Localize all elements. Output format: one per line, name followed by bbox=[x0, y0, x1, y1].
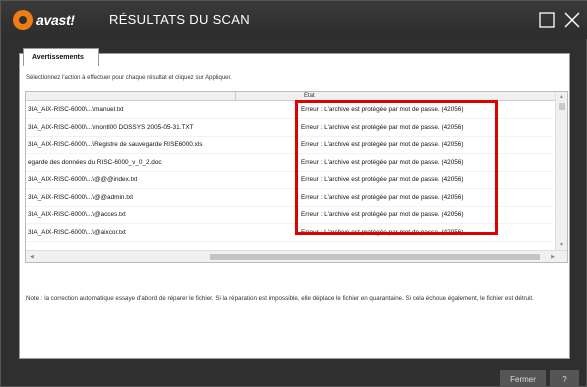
status-cell: Erreur : L'archive est protégée par mot … bbox=[301, 106, 464, 113]
scroll-down-icon[interactable]: ▼ bbox=[559, 242, 564, 248]
status-cell: Erreur : L'archive est protégée par mot … bbox=[301, 158, 464, 166]
table-row[interactable]: 3IA_AIX-RISC-6000\...\montl00 DOSSYS 200… bbox=[26, 120, 553, 137]
file-path-cell: egarde des données du RISC-6000_v_0_2.do… bbox=[28, 158, 162, 166]
vertical-scroll-thumb[interactable] bbox=[559, 103, 565, 110]
window-title: RÉSULTATS DU SCAN bbox=[109, 12, 250, 27]
title-bar[interactable]: avast! RÉSULTATS DU SCAN bbox=[1, 1, 587, 39]
status-cell: Erreur : L'archive est protégée par mot … bbox=[301, 193, 464, 201]
vertical-scrollbar[interactable]: ▲ ▼ bbox=[555, 92, 567, 250]
help-button[interactable]: ? bbox=[550, 370, 579, 387]
table-row[interactable]: 3IA_AIX-RISC-6000\...\@@admin.txt Erreur … bbox=[26, 190, 553, 207]
table-header: Etat bbox=[26, 92, 567, 101]
table-row[interactable]: 3IA_AIX-RISC-6000\...\@aixcor.txt Erreur … bbox=[26, 225, 553, 242]
horizontal-scrollbar[interactable]: ◀ ▶ bbox=[26, 250, 567, 262]
file-path-cell: 3IA_AIX-RISC-6000\...\@@admin.txt bbox=[28, 193, 133, 201]
file-path-cell: 3IA_AIX-RISC-6000\...\manuel.txt bbox=[28, 106, 124, 113]
file-path-cell: 3IA_AIX-RISC-6000\...\montl00 DOSSYS 200… bbox=[28, 123, 194, 131]
maximize-icon[interactable] bbox=[537, 10, 557, 30]
scan-results-window: avast! RÉSULTATS DU SCAN Avertissements … bbox=[0, 0, 587, 387]
table-row[interactable]: 3IA_AIX-RISC-6000\...\manuel.txt Erreur :… bbox=[26, 102, 553, 119]
avast-logo: avast! bbox=[13, 10, 75, 30]
status-cell: Erreur : L'archive est protégée par mot … bbox=[301, 228, 464, 236]
status-cell: Erreur : L'archive est protégée par mot … bbox=[301, 211, 464, 218]
scroll-up-icon[interactable]: ▲ bbox=[559, 94, 564, 100]
file-path-cell: 3IA_AIX-RISC-6000\...\@aixcor.txt bbox=[28, 228, 126, 236]
tab-avertissements[interactable]: Avertissements bbox=[23, 48, 99, 66]
scroll-right-icon[interactable]: ▶ bbox=[551, 254, 555, 260]
table-row[interactable]: 3IA_AIX-RISC-6000\...\@@@index.txt Erreur… bbox=[26, 172, 553, 189]
table-row[interactable]: 3IA_AIX-RISC-6000\...\Registre de sauveg… bbox=[26, 137, 553, 154]
status-cell: Erreur : L'archive est protégée par mot … bbox=[301, 123, 464, 131]
close-icon[interactable] bbox=[562, 10, 582, 30]
file-path-cell: 3IA_AIX-RISC-6000\...\@acces.txt bbox=[28, 211, 126, 218]
status-cell: Erreur : L'archive est protégée par mot … bbox=[301, 141, 464, 148]
file-path-cell: 3IA_AIX-RISC-6000\...\@@@index.txt bbox=[28, 176, 138, 183]
avast-logo-icon bbox=[13, 10, 33, 30]
table-row[interactable]: egarde des données du RISC-6000_v_0_2.do… bbox=[26, 155, 553, 172]
instructions-text: Sélectionnez l'action à effectuer pour c… bbox=[26, 75, 232, 81]
file-path-cell: 3IA_AIX-RISC-6000\...\Registre de sauveg… bbox=[28, 141, 203, 148]
table-row[interactable]: 3IA_AIX-RISC-6000\...\@acces.txt Erreur :… bbox=[26, 207, 553, 224]
results-table: Etat 3IA_AIX-RISC-6000\...\manuel.txt Err… bbox=[25, 91, 568, 263]
brand-name: avast! bbox=[36, 12, 75, 28]
file-column-header[interactable] bbox=[26, 92, 236, 101]
status-column-header[interactable]: Etat bbox=[304, 93, 315, 99]
horizontal-scroll-thumb[interactable] bbox=[210, 254, 540, 260]
close-button[interactable]: Fermer bbox=[500, 370, 546, 387]
status-cell: Erreur : L'archive est protégée par mot … bbox=[301, 176, 464, 183]
note-text: Note : la correction automatique essaye … bbox=[26, 295, 534, 302]
scroll-left-icon[interactable]: ◀ bbox=[30, 254, 34, 260]
